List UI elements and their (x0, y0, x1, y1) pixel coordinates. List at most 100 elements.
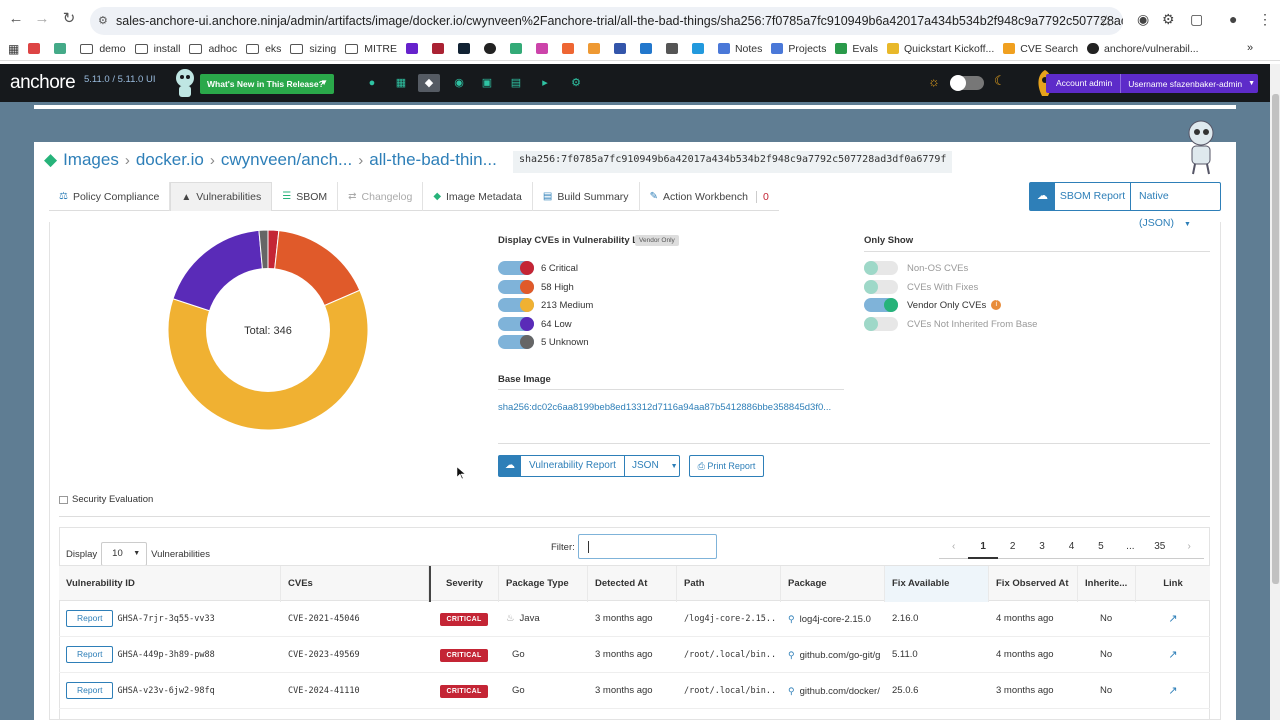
site-icon[interactable] (613, 43, 631, 54)
cell-cve[interactable]: CVE-2024-41110 (281, 673, 429, 709)
page-3[interactable]: 3 (1027, 541, 1056, 552)
extensions-icon[interactable]: ▢ (1190, 11, 1203, 28)
medium-switch[interactable] (498, 298, 534, 312)
calendar-icon[interactable] (54, 43, 71, 54)
col-inherited[interactable]: Inherite... (1078, 566, 1136, 602)
toggle-cves-with-fixes[interactable]: CVEs With Fixes (864, 280, 978, 294)
toggle-not-inherited[interactable]: CVEs Not Inherited From Base (864, 317, 1037, 331)
gitlab-icon[interactable] (561, 43, 579, 54)
page-scrollbar[interactable] (1270, 64, 1280, 720)
scrollbar-thumb[interactable] (1272, 94, 1280, 584)
site-info-icon[interactable]: ⚙ (98, 14, 108, 27)
site-icon[interactable] (535, 43, 553, 54)
nav-policy-icon[interactable]: ◉ (448, 74, 470, 92)
base-image-link[interactable]: sha256:dc02c6aa8199beb8ed13312d7116a94aa… (498, 402, 831, 413)
nav-dashboard-icon[interactable]: ● (361, 74, 383, 92)
toggle-vendor-only-cves[interactable]: Vendor Only CVEs i (864, 298, 1002, 312)
unknown-switch[interactable] (498, 335, 534, 349)
site-icon[interactable] (457, 43, 475, 54)
github-icon[interactable] (483, 43, 501, 54)
high-switch[interactable] (498, 280, 534, 294)
toggle-high[interactable]: 58 High (498, 280, 574, 294)
back-icon[interactable]: ← (5, 10, 27, 27)
bookmark-mitre[interactable]: MITRE (345, 43, 397, 55)
forward-icon[interactable]: → (31, 10, 53, 27)
report-format-select[interactable]: JSON ▼ (625, 456, 679, 476)
anchore-logo[interactable]: anchore (10, 72, 76, 94)
critical-switch[interactable] (498, 261, 534, 275)
tab-action-workbench[interactable]: ✎ Action Workbench 0 (640, 182, 779, 211)
nav-events-icon[interactable]: ▤ (505, 74, 527, 92)
page-1[interactable]: 1 (968, 535, 998, 559)
nav-notifications-icon[interactable]: ▸ (534, 74, 556, 92)
site-icon[interactable] (639, 43, 657, 54)
bookmark-adhoc[interactable]: adhoc (189, 43, 237, 55)
menu-icon[interactable]: ⋮ (1258, 11, 1272, 28)
info-icon[interactable]: i (991, 300, 1002, 310)
breadcrumb-images[interactable]: Images (63, 150, 119, 170)
external-link-icon[interactable]: ↗ (1168, 613, 1177, 625)
nav-settings-icon[interactable]: ⚙ (565, 74, 587, 92)
drive-icon[interactable] (509, 43, 527, 54)
col-path[interactable]: Path (677, 566, 781, 602)
site-icon[interactable] (431, 43, 449, 54)
settings-icon[interactable]: ⚙ (1162, 11, 1175, 28)
bookmark-eks[interactable]: eks (246, 43, 281, 55)
breadcrumb-tag[interactable]: all-the-bad-thin... (369, 150, 497, 170)
low-switch[interactable] (498, 317, 534, 331)
col-fix-available[interactable]: Fix Available (885, 566, 989, 602)
bookmark-notes[interactable]: Notes (717, 43, 762, 55)
profile-icon[interactable]: ● (1229, 11, 1237, 27)
col-vulnerability-id[interactable]: Vulnerability ID (59, 566, 281, 602)
account-menu[interactable]: Account admin Username sfazenbaker-admin… (1046, 74, 1258, 93)
password-icon[interactable]: ◉ (1137, 11, 1149, 28)
reload-icon[interactable]: ↻ (58, 9, 80, 27)
page-size-select[interactable]: 10 ▼ (101, 542, 148, 566)
toggle-low[interactable]: 64 Low (498, 317, 572, 331)
bookmark-install[interactable]: install (134, 43, 180, 55)
page-35[interactable]: 35 (1145, 541, 1174, 552)
report-button[interactable]: Report (66, 682, 113, 699)
nav-grid-icon[interactable]: ▦ (390, 74, 412, 92)
non-os-switch[interactable] (864, 261, 898, 275)
toggle-medium[interactable]: 213 Medium (498, 298, 593, 312)
page-5[interactable]: 5 (1086, 541, 1115, 552)
external-link-icon[interactable]: ↗ (1168, 685, 1177, 697)
col-package[interactable]: Package (781, 566, 885, 602)
site-icon[interactable] (405, 43, 423, 54)
theme-toggle[interactable] (950, 75, 984, 91)
site-icon[interactable] (665, 43, 683, 54)
apps-icon[interactable]: ▦ (8, 42, 19, 56)
security-evaluation[interactable]: Security Evaluation (59, 494, 153, 505)
col-cves[interactable]: CVEs (281, 566, 429, 602)
col-severity[interactable]: Severity (429, 566, 499, 602)
cell-package[interactable]: ⚲ github.com/go-git/g (781, 637, 885, 673)
cloud-download-icon[interactable]: ☁ (1030, 183, 1055, 210)
print-report-button[interactable]: ⎙ Print Report (689, 455, 764, 477)
next-page-icon[interactable]: › (1175, 541, 1204, 552)
cell-package[interactable]: ⚲ github.com/docker/ (781, 673, 885, 709)
tab-sbom[interactable]: ☰ SBOM (272, 182, 339, 211)
bookmark-sizing[interactable]: sizing (290, 43, 336, 55)
bookmark-cve-search[interactable]: CVE Search (1003, 43, 1078, 55)
not-inherited-switch[interactable] (864, 317, 898, 331)
col-package-type[interactable]: Package Type (499, 566, 588, 602)
tab-image-metadata[interactable]: ◆ Image Metadata (423, 182, 533, 211)
tab-vulnerabilities[interactable]: ▲ Vulnerabilities (170, 182, 273, 211)
bookmark-projects[interactable]: Projects (771, 43, 826, 55)
address-bar[interactable]: ⚙ sales-anchore-ui.anchore.ninja/admin/a… (90, 7, 1123, 35)
breadcrumb-repo[interactable]: cwynveen/anch... (221, 150, 352, 170)
report-button[interactable]: Report (66, 610, 113, 627)
site-icon[interactable] (691, 43, 709, 54)
filter-input[interactable] (578, 534, 717, 559)
cell-cve[interactable]: CVE-2023-49569 (281, 637, 429, 673)
site-icon[interactable] (587, 43, 605, 54)
col-fix-observed-at[interactable]: Fix Observed At (989, 566, 1078, 602)
sbom-report-button[interactable]: SBOM Report (1055, 183, 1131, 210)
bookmark-star-icon[interactable]: ☆ (1100, 12, 1113, 30)
vulnerability-report-button[interactable]: Vulnerability Report (521, 456, 625, 476)
cell-cve[interactable]: CVE-2021-45046 (281, 601, 429, 637)
nav-reports-icon[interactable]: ▣ (476, 74, 498, 92)
bookmark-quickstart[interactable]: Quickstart Kickoff... (887, 43, 994, 55)
tab-build-summary[interactable]: ▤ Build Summary (533, 182, 640, 211)
